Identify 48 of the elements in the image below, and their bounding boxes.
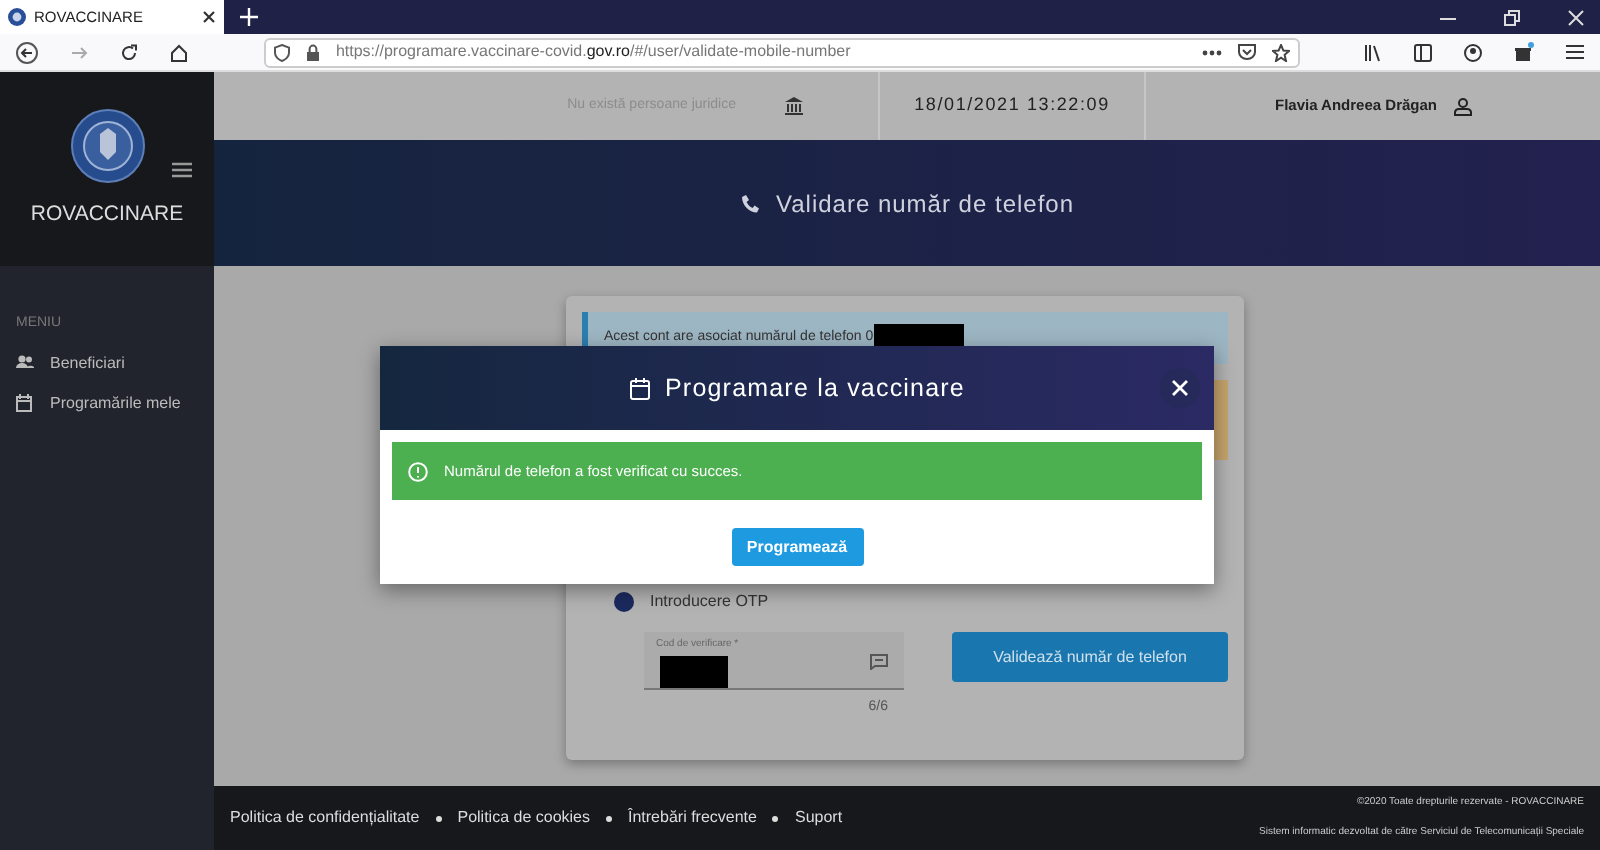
gift-icon[interactable] bbox=[1514, 42, 1534, 62]
page-title: Validare număr de telefon bbox=[775, 187, 1075, 221]
close-icon[interactable] bbox=[202, 10, 216, 24]
validate-button[interactable]: Validează număr de telefon bbox=[952, 632, 1228, 682]
shield-icon[interactable] bbox=[273, 43, 290, 61]
account-icon[interactable] bbox=[1464, 43, 1482, 61]
back-icon[interactable] bbox=[16, 41, 38, 63]
bullet-icon bbox=[606, 815, 612, 821]
bullet-icon bbox=[435, 815, 442, 821]
modal-title: Programare la vaccinare bbox=[665, 371, 965, 406]
url-text: https://programare.vaccinare-covid.gov.ro/#/user/validate-mobile-number bbox=[335, 40, 853, 64]
footer-link[interactable]: Politica de confidențialitate bbox=[230, 806, 420, 830]
close-icon bbox=[1172, 380, 1188, 396]
phone-icon bbox=[739, 193, 760, 213]
star-icon[interactable] bbox=[1272, 43, 1290, 61]
address-bar[interactable]: https://programare.vaccinare-covid.gov.ro/#/user/validate-mobile-number bbox=[263, 37, 1300, 67]
menu-icon[interactable] bbox=[172, 162, 192, 178]
bank-icon[interactable] bbox=[784, 96, 804, 116]
footer-link[interactable]: Întrebări frecvente bbox=[628, 806, 757, 830]
step-marker bbox=[614, 592, 634, 612]
calendar-icon bbox=[16, 394, 34, 412]
pocket-icon[interactable] bbox=[1238, 44, 1256, 60]
user-icon[interactable] bbox=[1453, 97, 1471, 115]
date-time: 18/01/2021 13:22:09 bbox=[914, 92, 1110, 119]
home-icon[interactable] bbox=[170, 43, 188, 61]
reload-icon[interactable] bbox=[120, 43, 138, 61]
step-label: Introducere OTP bbox=[650, 590, 769, 614]
sidebar-item[interactable]: Programările mele bbox=[50, 391, 181, 415]
restore-icon[interactable] bbox=[1504, 9, 1520, 25]
sidebar-item[interactable]: Beneficiari bbox=[50, 351, 125, 375]
menu-icon[interactable] bbox=[1566, 44, 1584, 60]
favicon-icon bbox=[8, 8, 26, 26]
close-button[interactable] bbox=[1160, 368, 1200, 408]
new-tab-icon[interactable] bbox=[240, 8, 258, 26]
more-icon[interactable] bbox=[1202, 49, 1222, 55]
message-icon bbox=[870, 654, 888, 670]
redacted-block bbox=[660, 656, 728, 688]
coat-of-arms-logo bbox=[69, 107, 145, 184]
sidebar-icon[interactable] bbox=[1414, 43, 1432, 61]
footer-link[interactable]: Politica de cookies bbox=[457, 806, 590, 830]
bullet-icon bbox=[772, 815, 779, 821]
brand-name: ROVACCINARE bbox=[30, 199, 184, 230]
lock-icon[interactable] bbox=[305, 43, 320, 61]
info-icon bbox=[408, 461, 428, 481]
library-icon[interactable] bbox=[1364, 43, 1382, 61]
people-icon bbox=[16, 354, 34, 372]
calendar-icon bbox=[629, 377, 649, 399]
footer-link[interactable]: Suport bbox=[794, 806, 843, 830]
